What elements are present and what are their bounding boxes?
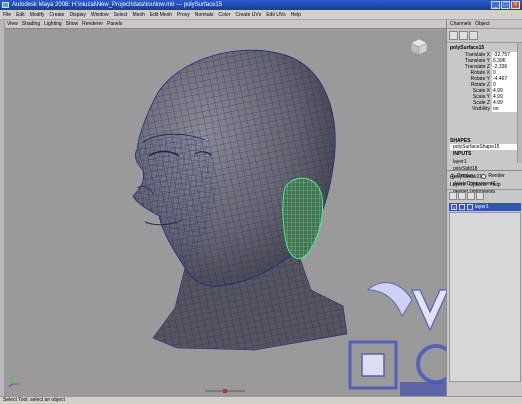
tab-object[interactable]: Object (475, 21, 489, 27)
channel-box-scrollbar[interactable] (517, 43, 522, 163)
channel-box-tabs: Channels Object (447, 20, 522, 29)
menu-create[interactable]: Create (49, 12, 64, 18)
menu-edit-uvs[interactable]: Edit UVs (266, 12, 285, 18)
attr-row[interactable]: Visibility on (450, 106, 519, 112)
minimize-icon[interactable]: _ (491, 1, 500, 9)
channel-box-attributes: polySurface15 Translate X -32.757 Transla… (447, 43, 522, 137)
menu-file[interactable]: File (3, 12, 11, 18)
tab-channels[interactable]: Channels (450, 21, 471, 27)
menu-proxy[interactable]: Proxy (177, 12, 190, 18)
menu-mesh[interactable]: Mesh (133, 12, 145, 18)
help-line: Select Tool: select an object (0, 396, 522, 404)
new-layer-icon[interactable] (467, 192, 475, 200)
render-radio[interactable]: Render (481, 173, 505, 179)
panel-menu-shading[interactable]: Shading (22, 21, 40, 27)
head-mesh[interactable] (115, 38, 355, 358)
menu-display[interactable]: Display (69, 12, 85, 18)
layer-visibility-toggle[interactable]: V (451, 204, 457, 210)
menu-edit[interactable]: Edit (16, 12, 25, 18)
channel-box-toolbar (447, 29, 522, 43)
attr-value[interactable]: on (492, 106, 519, 112)
layer-toolbar (447, 190, 522, 202)
menu-normals[interactable]: Normals (195, 12, 214, 18)
display-radio[interactable]: Display (450, 173, 473, 179)
menu-color[interactable]: Color (218, 12, 230, 18)
layer-name[interactable]: layer1 (475, 204, 489, 210)
layer-list-area[interactable] (449, 212, 521, 382)
attribute-editor-icon[interactable] (469, 31, 478, 40)
menu-create-uvs[interactable]: Create UVs (235, 12, 261, 18)
attr-label: Visibility (472, 106, 490, 112)
maximize-icon[interactable]: □ (501, 1, 510, 9)
close-icon[interactable]: × (511, 1, 520, 9)
radio-off-icon (481, 173, 487, 179)
layer-down-icon[interactable] (458, 192, 466, 200)
panel-menu-show[interactable]: Show (66, 21, 79, 27)
layer-color-swatch[interactable] (467, 204, 473, 210)
layer-menu-help[interactable]: Help (490, 182, 500, 188)
window-controls: _ □ × (491, 1, 520, 9)
title-bar: Autodesk Maya 2008: H:\niuzai\New_Projec… (0, 0, 522, 10)
layer-editor: Display Render Layers Options Help V lay… (447, 170, 522, 396)
menu-window[interactable]: Window (91, 12, 109, 18)
layer-menu-options[interactable]: Options (469, 182, 486, 188)
render-radio-label: Render (488, 173, 505, 179)
menu-help[interactable]: Help (291, 12, 301, 18)
channel-box-panel: Channels Object polySurface15 Translate … (446, 20, 522, 396)
layer-row[interactable]: V layer1 (449, 203, 521, 211)
layer-menu-bar: Layers Options Help (447, 181, 522, 190)
inputs-header: INPUTS (453, 151, 472, 157)
shape-node[interactable]: polySurfaceShape15 (450, 144, 519, 150)
panel-menu-panels[interactable]: Panels (107, 21, 122, 27)
input-node[interactable]: layer1 (450, 159, 519, 167)
panel-menu-renderer[interactable]: Renderer (82, 21, 103, 27)
layer-menu-layers[interactable]: Layers (450, 182, 465, 188)
panel-menu-view[interactable]: View (7, 21, 18, 27)
window-title: Autodesk Maya 2008: H:\niuzai\New_Projec… (12, 2, 223, 8)
panel-menu-bar: View Shading Lighting Show Renderer Pane… (5, 20, 446, 29)
shapes-section: SHAPES polySurfaceShape15 (447, 137, 522, 151)
radio-on-icon (450, 173, 455, 179)
panel-menu-lighting[interactable]: Lighting (44, 21, 62, 27)
view-cube-icon[interactable] (408, 38, 430, 56)
frame-indicator (205, 389, 245, 393)
layer-mode-radios: Display Render (447, 171, 522, 181)
object-name[interactable]: polySurface15 (450, 45, 519, 51)
display-radio-label: Display (457, 173, 474, 179)
menu-modify[interactable]: Modify (30, 12, 45, 18)
layer-up-icon[interactable] (449, 192, 457, 200)
layer-display-type-toggle[interactable] (459, 204, 465, 210)
layer-editor-icon[interactable] (459, 31, 468, 40)
channel-box-icon[interactable] (449, 31, 458, 40)
axis-gizmo-icon (8, 376, 20, 388)
new-layer-selected-icon[interactable] (476, 192, 484, 200)
maya-app-icon (2, 2, 9, 8)
main-menu-bar: File Edit Modify Create Display Window S… (0, 10, 522, 20)
menu-edit-mesh[interactable]: Edit Mesh (150, 12, 172, 18)
menu-select[interactable]: Select (114, 12, 128, 18)
